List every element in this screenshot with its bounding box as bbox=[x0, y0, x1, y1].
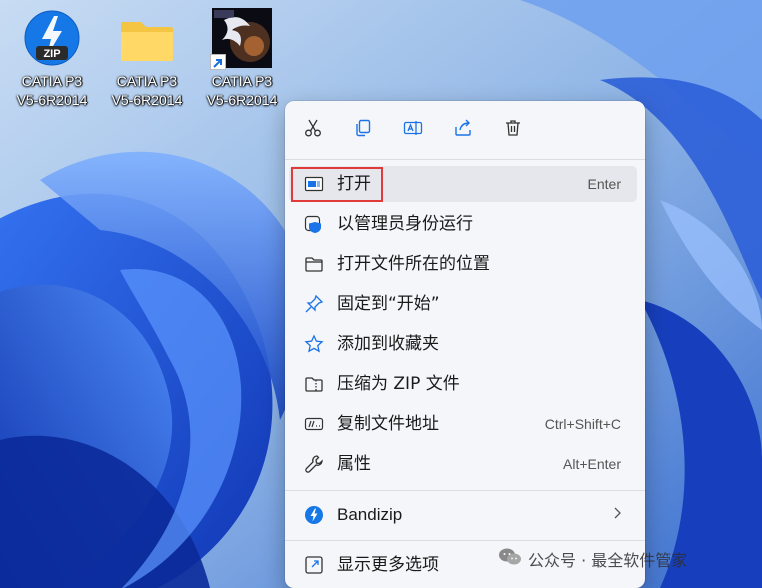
menu-item-copy-path[interactable]: 复制文件地址 Ctrl+Shift+C bbox=[289, 406, 637, 442]
share-button[interactable] bbox=[448, 115, 478, 145]
menu-item-label: 复制文件地址 bbox=[337, 414, 439, 434]
menu-item-compress-zip[interactable]: 压缩为 ZIP 文件 bbox=[289, 366, 637, 402]
menu-item-shortcut: Enter bbox=[587, 176, 621, 192]
zip-badge: ZIP bbox=[43, 48, 60, 60]
wrench-icon bbox=[304, 454, 324, 474]
star-icon bbox=[304, 334, 324, 354]
menu-item-label: 添加到收藏夹 bbox=[337, 334, 439, 354]
rename-button[interactable] bbox=[398, 115, 428, 145]
desktop-icon-zip-file[interactable]: ZIP CATIA P3 V5-6R2014 bbox=[6, 6, 98, 110]
desktop-icon-label: CATIA P3 V5-6R2014 bbox=[111, 73, 183, 108]
desktop-icon-catia-shortcut[interactable]: CATIA P3 V5-6R2014 bbox=[196, 6, 288, 110]
catia-app-icon bbox=[210, 6, 274, 70]
cut-icon bbox=[303, 118, 323, 142]
context-menu-toolbar bbox=[285, 101, 645, 161]
menu-item-label: 固定到“开始” bbox=[337, 294, 440, 314]
desktop-icon-label: CATIA P3 V5-6R2014 bbox=[16, 73, 88, 108]
menu-item-pin-to-start[interactable]: 固定到“开始” bbox=[289, 286, 637, 322]
admin-shield-icon bbox=[304, 214, 324, 234]
menu-item-properties[interactable]: 属性 Alt+Enter bbox=[289, 446, 637, 482]
wechat-icon bbox=[498, 547, 522, 571]
folder-icon bbox=[115, 6, 179, 70]
rename-icon bbox=[403, 118, 423, 142]
copy-icon bbox=[353, 118, 373, 142]
delete-icon bbox=[503, 118, 523, 142]
watermark-text: 公众号 · 最全软件管家 bbox=[528, 551, 688, 570]
menu-item-label: 以管理员身份运行 bbox=[337, 214, 473, 234]
menu-item-add-to-favorites[interactable]: 添加到收藏夹 bbox=[289, 326, 637, 362]
menu-item-label: 属性 bbox=[337, 454, 371, 474]
zip-archive-icon: ZIP bbox=[20, 6, 84, 70]
copy-path-icon bbox=[304, 414, 324, 434]
chevron-right-icon bbox=[611, 505, 623, 525]
folder-outline-icon bbox=[304, 254, 324, 274]
menu-item-label: 打开文件所在的位置 bbox=[337, 254, 490, 274]
menu-divider bbox=[285, 540, 645, 541]
open-window-icon bbox=[304, 174, 324, 194]
delete-button[interactable] bbox=[498, 115, 528, 145]
menu-item-bandizip[interactable]: Bandizip bbox=[289, 497, 637, 533]
menu-item-label: Bandizip bbox=[337, 505, 403, 524]
desktop-icon-folder[interactable]: CATIA P3 V5-6R2014 bbox=[101, 6, 193, 110]
context-menu: 打开 Enter 以管理员身份运行 打开文件所在的位置 固定到“开始” 添加到收… bbox=[285, 101, 645, 588]
pin-icon bbox=[304, 294, 324, 314]
watermark: 公众号 · 最全软件管家 bbox=[498, 546, 687, 572]
menu-item-label: 打开 bbox=[337, 174, 371, 194]
copy-button[interactable] bbox=[348, 115, 378, 145]
menu-item-open[interactable]: 打开 Enter bbox=[289, 166, 637, 202]
menu-item-shortcut: Ctrl+Shift+C bbox=[544, 416, 621, 432]
zip-folder-icon bbox=[304, 374, 324, 394]
menu-item-shortcut: Alt+Enter bbox=[563, 456, 621, 472]
menu-divider bbox=[285, 159, 645, 160]
menu-divider bbox=[285, 490, 645, 491]
desktop-icon-label: CATIA P3 V5-6R2014 bbox=[206, 73, 278, 108]
share-icon bbox=[453, 118, 473, 142]
menu-item-open-file-location[interactable]: 打开文件所在的位置 bbox=[289, 246, 637, 282]
menu-item-label: 显示更多选项 bbox=[337, 555, 439, 575]
shortcut-arrow-icon bbox=[210, 54, 226, 70]
menu-item-run-as-admin[interactable]: 以管理员身份运行 bbox=[289, 206, 637, 242]
more-options-icon bbox=[304, 555, 324, 575]
cut-button[interactable] bbox=[298, 115, 328, 145]
bandizip-icon bbox=[304, 505, 324, 525]
menu-item-label: 压缩为 ZIP 文件 bbox=[337, 374, 460, 394]
